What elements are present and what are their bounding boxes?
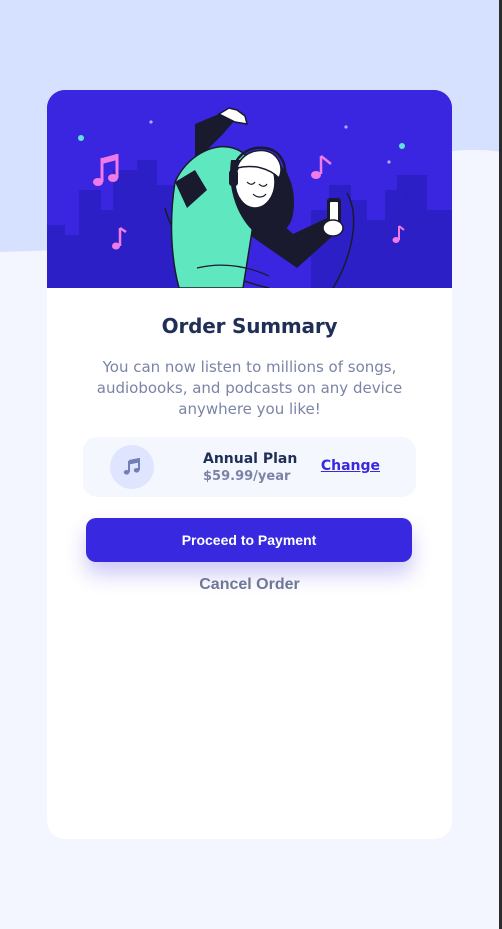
order-summary-card: Order Summary You can now listen to mill… (47, 90, 452, 839)
proceed-to-payment-button[interactable]: Proceed to Payment (86, 518, 412, 562)
plan-name: Annual Plan (203, 451, 298, 467)
plan-summary: Annual Plan $59.99/year Change (83, 437, 416, 497)
hero-illustration (47, 90, 452, 288)
card-description: You can now listen to millions of songs,… (96, 358, 403, 418)
page-title: Order Summary (161, 314, 338, 338)
music-note-icon (110, 445, 154, 489)
cancel-order-button[interactable]: Cancel Order (47, 576, 452, 594)
change-plan-link[interactable]: Change (321, 458, 380, 474)
plan-price: $59.99/year (203, 469, 291, 484)
